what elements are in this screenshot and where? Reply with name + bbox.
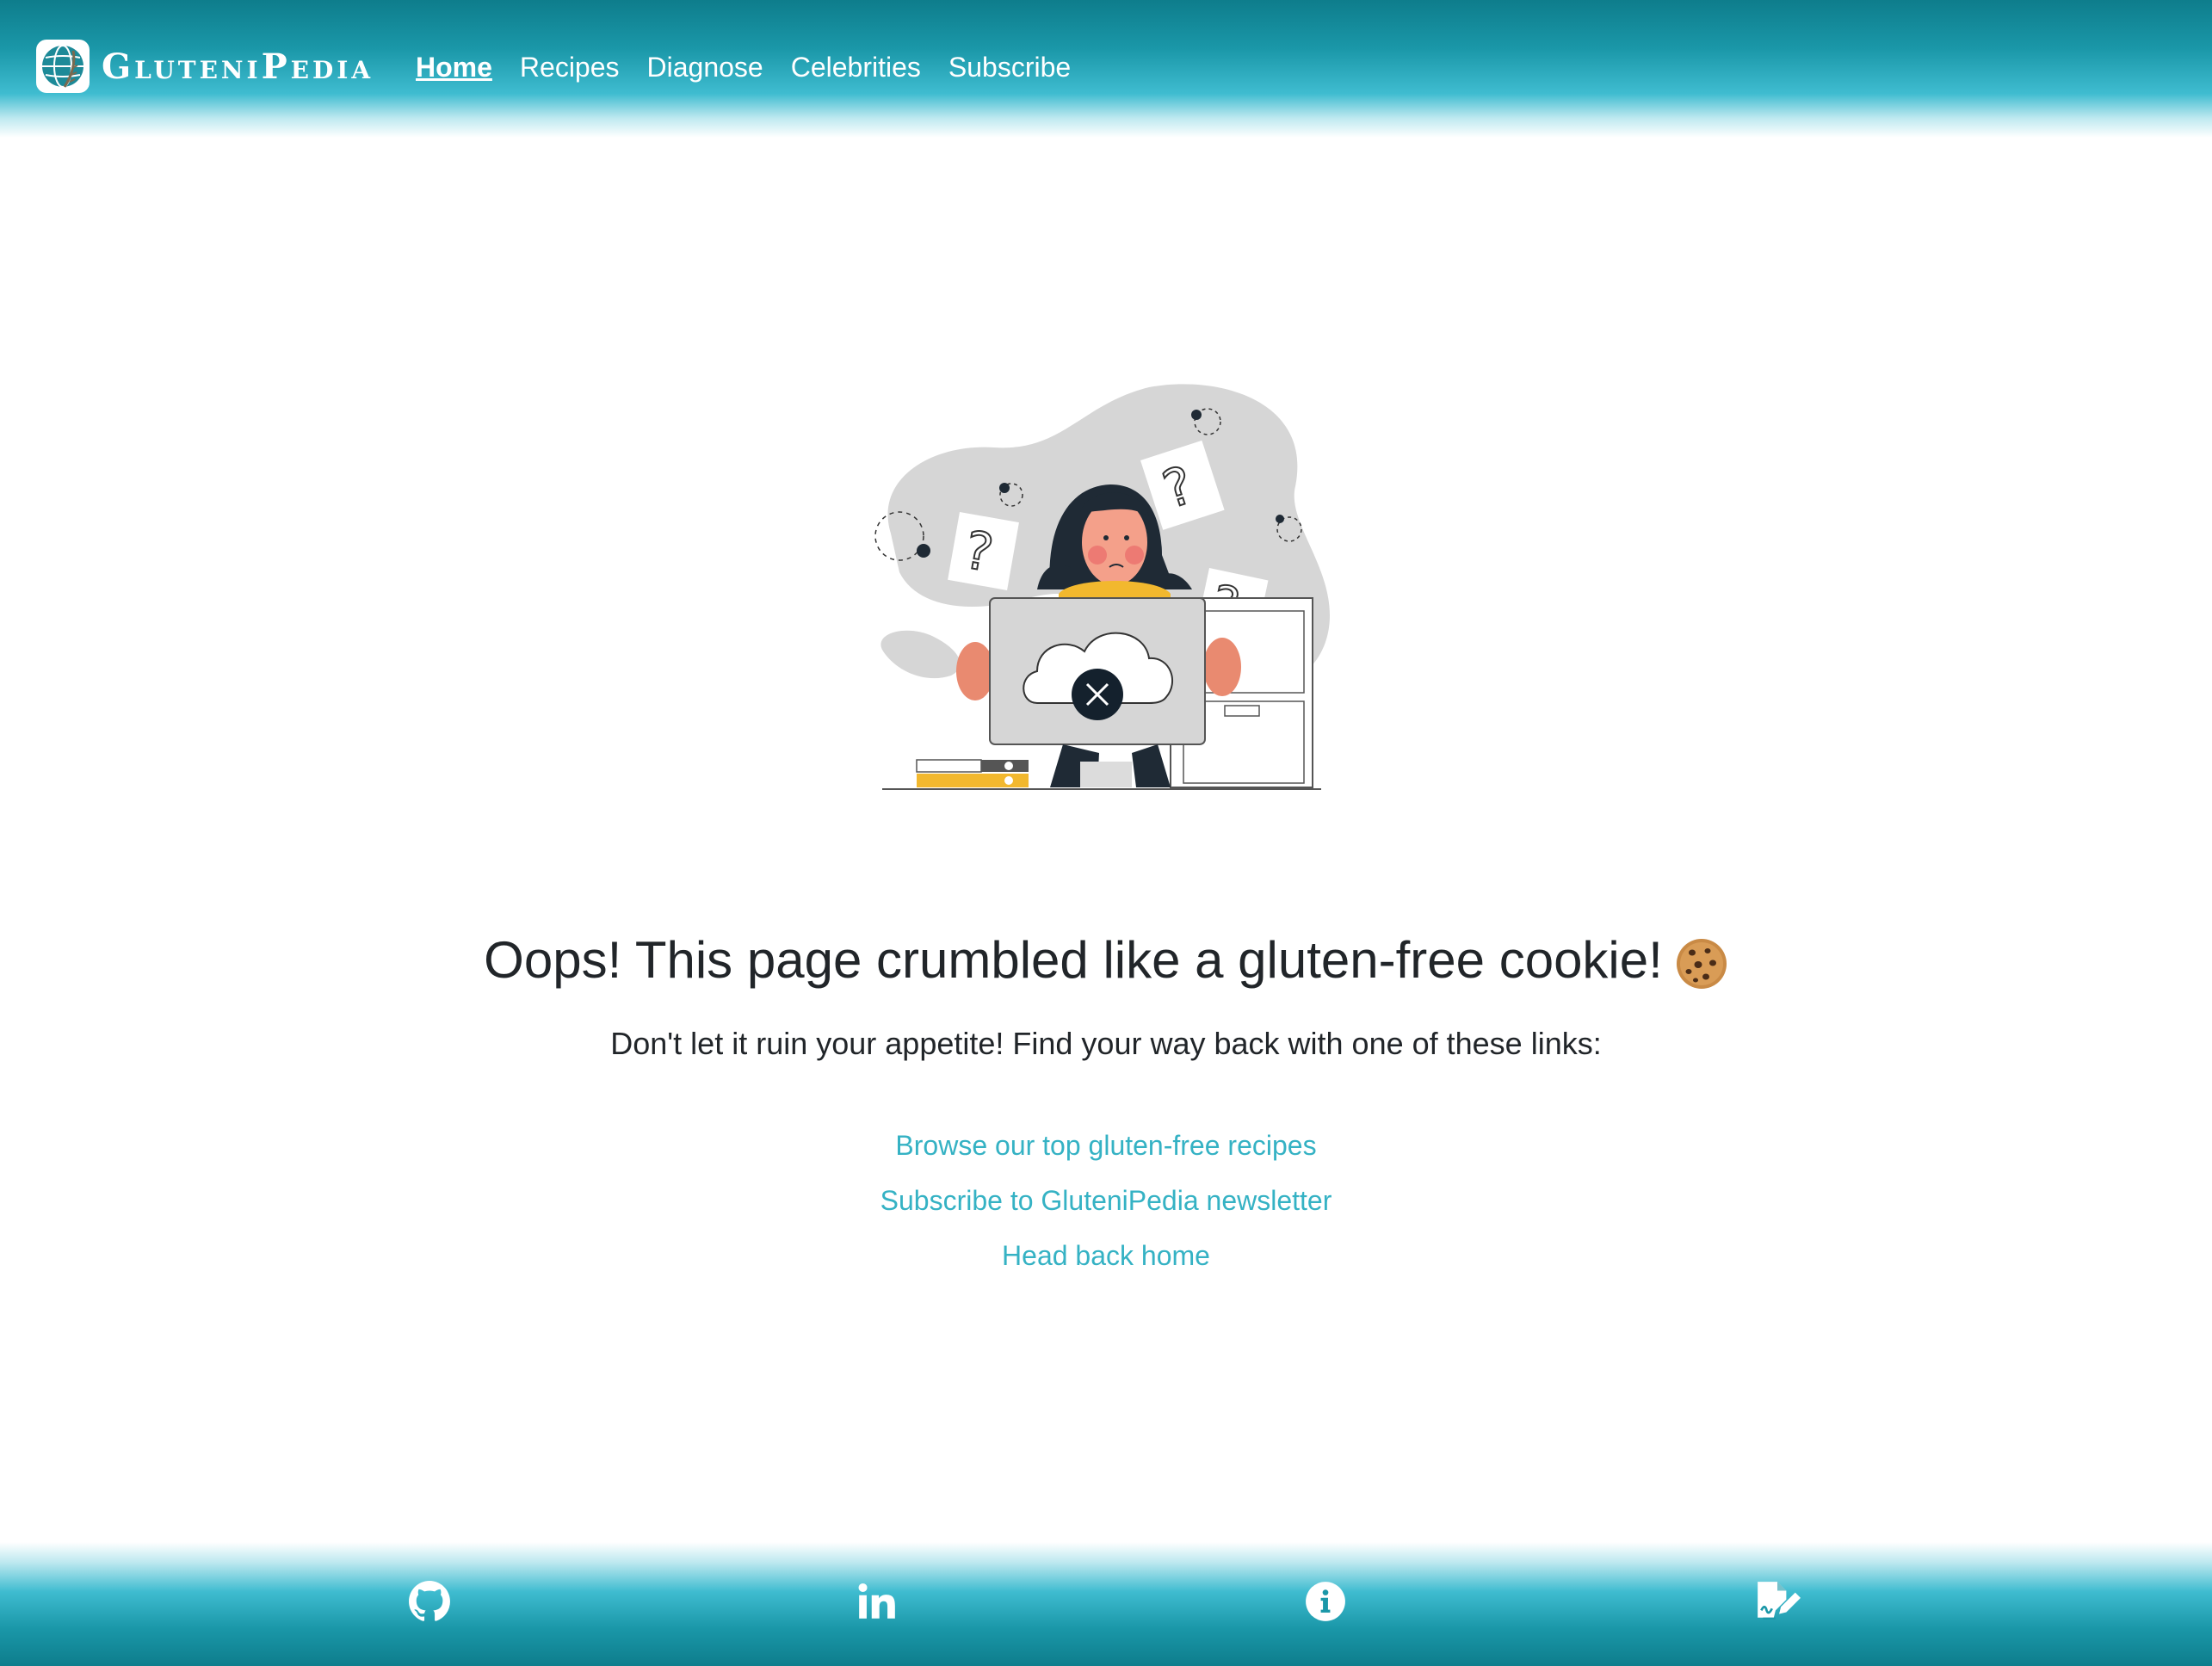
error-heading: Oops! This page crumbled like a gluten-f…	[0, 925, 2212, 996]
head-back-home-link[interactable]: Head back home	[0, 1233, 2212, 1288]
error-heading-text: Oops! This page crumbled like a gluten-f…	[484, 931, 1663, 989]
cookie-icon	[1675, 937, 1728, 990]
recovery-links: Browse our top gluten-free recipes Subsc…	[0, 1123, 2212, 1288]
error-subtitle: Don't let it ruin your appetite! Find yo…	[610, 1026, 1602, 1061]
info-icon[interactable]	[1304, 1580, 1347, 1623]
nav-link-recipes[interactable]: Recipes	[520, 52, 620, 83]
main-nav: Home Recipes Diagnose Celebrities Subscr…	[416, 45, 1071, 89]
nav-link-home[interactable]: Home	[416, 52, 492, 83]
footer	[0, 1542, 2212, 1666]
nav-link-subscribe[interactable]: Subscribe	[948, 52, 1071, 83]
github-icon[interactable]	[408, 1580, 451, 1623]
linkedin-icon[interactable]	[856, 1580, 899, 1623]
subscribe-newsletter-link[interactable]: Subscribe to GluteniPedia newsletter	[0, 1178, 2212, 1233]
browse-recipes-link[interactable]: Browse our top gluten-free recipes	[0, 1123, 2212, 1178]
signature-document-icon[interactable]	[1754, 1580, 1801, 1623]
brand-home-link[interactable]: GluteniPedia	[36, 38, 374, 95]
nav-link-celebrities[interactable]: Celebrities	[791, 52, 921, 83]
brand-name: GluteniPedia	[102, 46, 374, 87]
error-illustration: ? ? ?	[865, 383, 1347, 796]
page: GluteniPedia Home Recipes Diagnose Celeb…	[0, 0, 2212, 1666]
top-navbar: GluteniPedia Home Recipes Diagnose Celeb…	[0, 0, 2212, 138]
globe-logo-icon	[36, 40, 90, 93]
nav-link-diagnose[interactable]: Diagnose	[647, 52, 763, 83]
